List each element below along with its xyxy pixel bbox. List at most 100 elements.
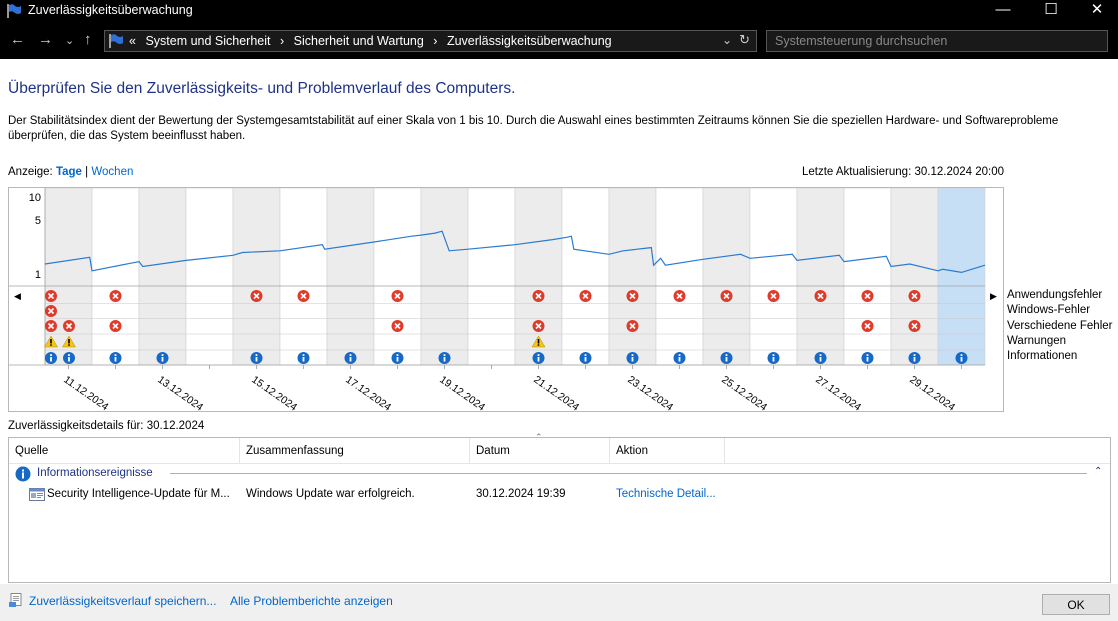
address-box[interactable]: « System und Sicherheit › Sicherheit und… [104,30,757,52]
info-icon[interactable] [955,352,968,364]
view-weeks-link[interactable]: Wochen [91,166,133,178]
error-icon[interactable] [861,290,874,302]
column-source[interactable]: Quelle [9,438,240,464]
info-icon[interactable] [626,352,639,364]
error-icon[interactable] [861,320,874,332]
technical-details-link[interactable]: Technische Detail... [616,488,716,500]
forward-arrow-icon[interactable]: → [38,31,53,49]
day-column[interactable] [702,188,751,366]
back-arrow-icon[interactable]: ← [10,31,25,49]
address-dropdown-icon[interactable]: ⌄ [722,33,732,47]
day-column[interactable] [749,188,798,366]
day-column[interactable] [843,188,892,366]
error-icon[interactable] [297,290,310,302]
all-reports-link[interactable]: Alle Problemberichte anzeigen [230,594,393,608]
scroll-right-icon[interactable]: ▶ [990,291,997,302]
error-icon[interactable] [391,320,404,332]
info-icon[interactable] [344,352,357,364]
info-icon[interactable] [814,352,827,364]
day-column[interactable] [796,188,845,366]
collapse-icon[interactable]: ⌃ [1094,466,1102,477]
error-icon[interactable] [908,290,921,302]
error-icon[interactable] [579,290,592,302]
info-icon[interactable] [156,352,169,364]
info-icon[interactable] [109,352,122,364]
day-column[interactable] [420,188,469,366]
x-tick-label: 27.12.2024 [813,374,863,411]
breadcrumb-system-security[interactable]: System und Sicherheit [145,34,270,48]
up-arrow-icon[interactable]: ↑ [84,31,92,49]
day-column[interactable] [561,188,610,366]
view-days-link[interactable]: Tage [56,166,82,178]
info-icon[interactable] [391,352,404,364]
day-column[interactable] [279,188,328,366]
save-history-link[interactable]: Zuverlässigkeitsverlauf speichern... [29,594,216,608]
day-column[interactable] [655,188,704,366]
info-icon[interactable] [908,352,921,364]
reliability-chart[interactable]: 10 5 1 11.12.2024 13.12.2024 15.12.2024 17.12.… [8,187,1004,412]
ok-button[interactable]: OK [1042,594,1110,615]
day-column[interactable] [890,188,939,366]
breadcrumb-separator-icon[interactable]: › [433,34,437,48]
recent-locations-icon[interactable]: ⌄ [65,32,74,50]
info-icon[interactable] [673,352,686,364]
day-column[interactable] [91,188,140,366]
breadcrumb-reliability-monitor[interactable]: Zuverlässigkeitsüberwachung [447,34,612,48]
error-icon[interactable] [532,290,545,302]
info-icon[interactable] [63,352,75,364]
day-column[interactable] [467,188,516,366]
error-icon[interactable] [814,290,827,302]
table-row[interactable]: Security Intelligence-Update für M... Wi… [9,485,1110,505]
column-action[interactable]: Aktion [610,438,725,464]
error-icon[interactable] [63,320,75,332]
day-column[interactable] [937,188,986,366]
error-icon[interactable] [720,290,733,302]
minimize-button[interactable]: — [980,0,1026,22]
group-header[interactable]: Informationsereignisse ⌃ [15,464,1105,484]
day-column[interactable] [373,188,422,366]
breadcrumb-separator-icon[interactable]: › [280,34,284,48]
info-icon[interactable] [861,352,874,364]
error-icon[interactable] [767,290,780,302]
day-column[interactable] [138,188,187,366]
x-tick-label: 21.12.2024 [531,374,581,411]
breadcrumb-security-maintenance[interactable]: Sicherheit und Wartung [294,34,424,48]
x-tick-label: 25.12.2024 [719,374,769,411]
info-icon[interactable] [532,352,545,364]
error-icon[interactable] [626,320,639,332]
search-input[interactable] [775,34,1099,48]
info-icon [15,466,31,482]
info-icon[interactable] [720,352,733,364]
error-icon[interactable] [45,320,57,332]
error-icon[interactable] [908,320,921,332]
error-icon[interactable] [45,290,57,302]
column-summary[interactable]: Zusammenfassung [240,438,470,464]
action-center-flag-icon [109,34,123,48]
close-button[interactable]: ✕ [1074,0,1118,22]
breadcrumb-overflow-icon[interactable]: « [129,34,136,48]
error-icon[interactable] [673,290,686,302]
error-icon[interactable] [109,290,122,302]
error-icon[interactable] [250,290,263,302]
day-column[interactable] [232,188,281,366]
info-icon[interactable] [579,352,592,364]
refresh-icon[interactable]: ↻ [739,32,750,48]
title-bar: Zuverlässigkeitsüberwachung — ☐ ✕ [0,0,1118,22]
day-column[interactable] [185,188,234,366]
x-tick-label: 15.12.2024 [249,374,299,411]
search-box[interactable] [766,30,1108,52]
scroll-left-icon[interactable]: ◀ [14,291,21,302]
error-icon[interactable] [109,320,122,332]
error-icon[interactable] [391,290,404,302]
day-column[interactable] [326,188,375,366]
info-icon[interactable] [250,352,263,364]
error-icon[interactable] [45,305,57,317]
error-icon[interactable] [532,320,545,332]
maximize-button[interactable]: ☐ [1028,0,1074,22]
info-icon[interactable] [297,352,310,364]
error-icon[interactable] [626,290,639,302]
day-column[interactable] [608,188,657,366]
info-icon[interactable] [45,352,57,364]
info-icon[interactable] [438,352,451,364]
info-icon[interactable] [767,352,780,364]
